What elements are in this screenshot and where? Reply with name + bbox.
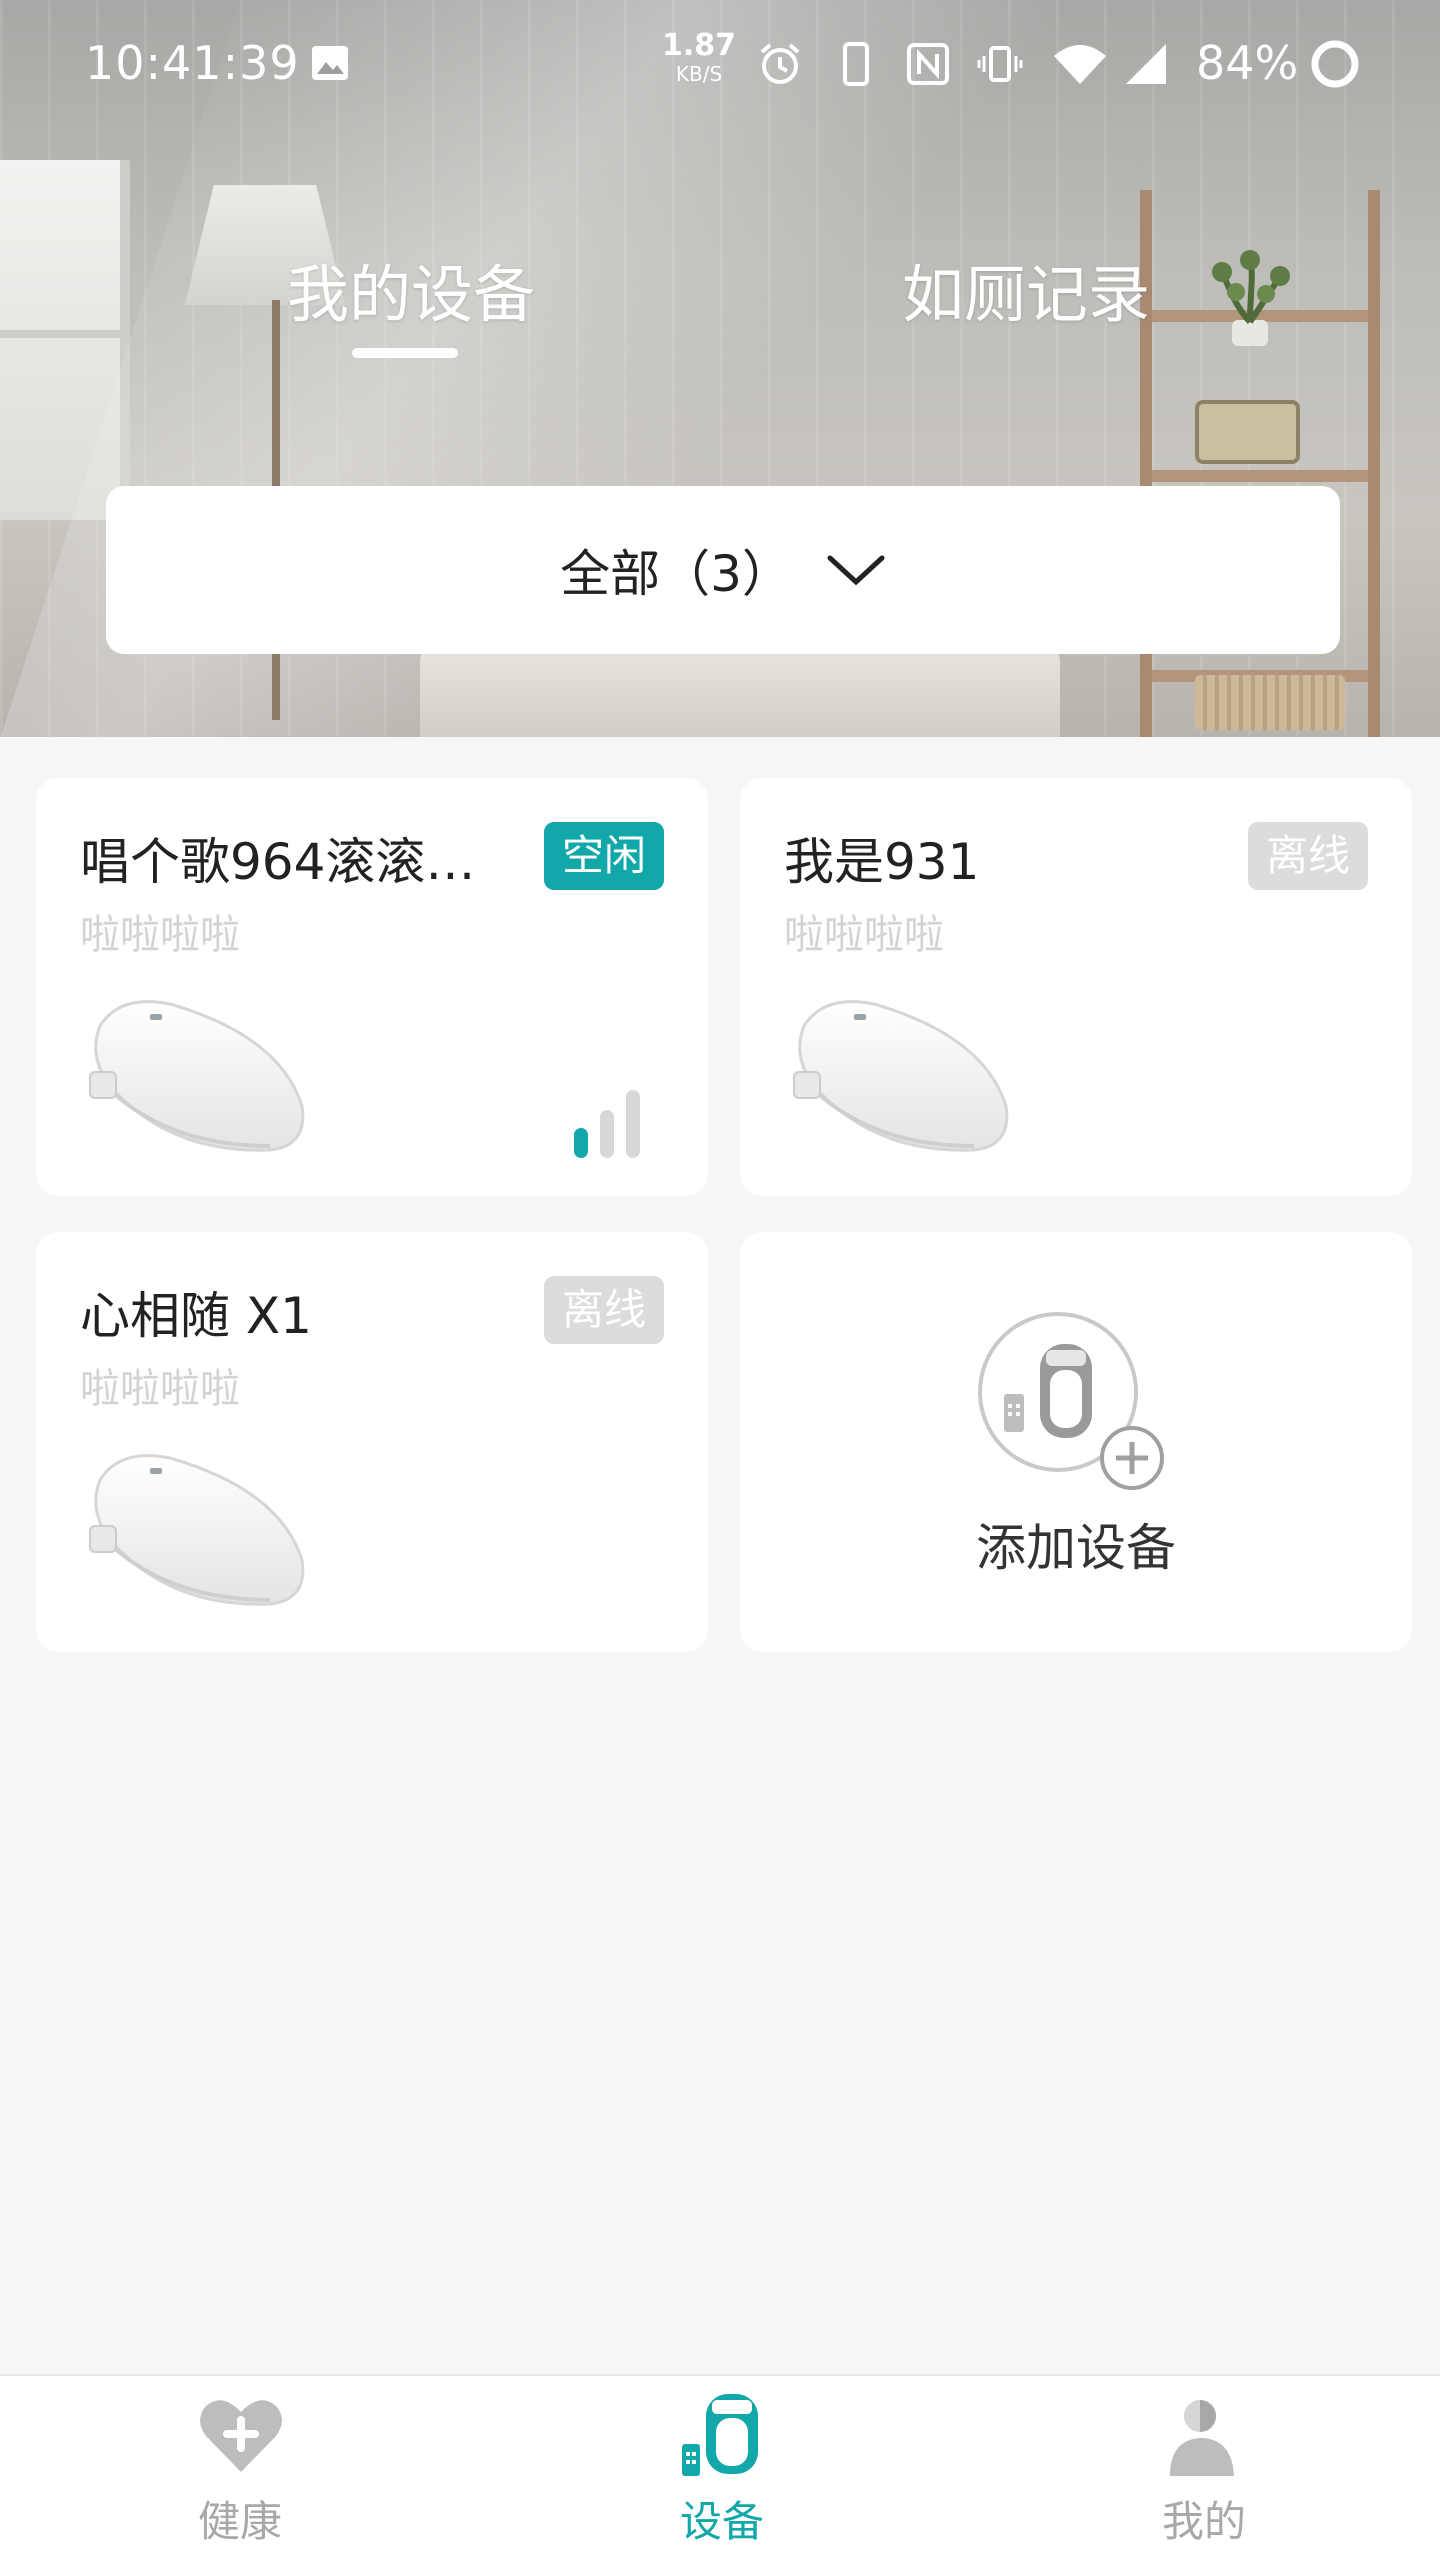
status-time: 10:41:39 [85,36,300,90]
bottom-navigation: 健康 设备 我的 [0,2374,1440,2560]
signal-bars-icon [574,1090,640,1158]
device-name: 我是931 [784,833,980,891]
profile-icon [1170,2400,1234,2476]
toilet-seat-image [89,1454,305,1606]
network-speed: 1.87 KB/S [662,28,737,87]
device-subtitle: 啦啦啦啦 [80,1366,240,1412]
filter-label: 全部（3） [560,545,792,603]
radio-decoration [1195,400,1300,464]
device-card[interactable]: 心相随 X1 离线 啦啦啦啦 [36,1232,708,1652]
device-name: 唱个歌964滚滚… [80,833,476,891]
chevron-down-icon [827,555,885,586]
cell-signal-icon [1126,44,1166,84]
nav-label-device: 设备 [679,2497,764,2546]
gallery-icon [312,46,348,80]
nfc-icon [907,43,949,85]
wifi-icon [1054,45,1106,84]
device-card[interactable]: 我是931 离线 啦啦啦啦 [740,778,1412,1196]
device-card[interactable]: 唱个歌964滚滚… 空闲 啦啦啦啦 [36,778,708,1196]
sofa-decoration [420,640,1060,737]
toilet-seat-image [793,1000,1009,1152]
nav-item-mine[interactable]: 我的 [1084,2376,1324,2560]
basket-decoration [1195,675,1345,730]
tab-toilet-records[interactable]: 如厕记录 [902,244,1150,334]
device-name: 心相随 X1 [80,1287,312,1345]
toilet-device-icon [682,2394,758,2476]
status-badge: 离线 [543,1276,664,1344]
tab-my-devices[interactable]: 我的设备 [287,244,535,334]
device-subtitle: 啦啦啦啦 [80,912,240,958]
toilet-seat-image [89,1000,305,1152]
active-tab-indicator [352,348,458,358]
device-subtitle: 啦啦啦啦 [784,912,944,958]
nav-label-mine: 我的 [1161,2497,1246,2546]
plant-decoration [1212,250,1290,346]
status-badge: 离线 [1247,822,1368,890]
add-device-label: 添加设备 [976,1519,1176,1577]
health-heart-icon [200,2400,282,2472]
battery-percent: 84% [1196,36,1299,90]
vibrate-icon [977,46,1023,82]
status-bar: 10:41:39 1.87 KB/S 84% [0,0,1440,128]
status-badge: 空闲 [543,822,664,890]
add-device-card[interactable]: 添加设备 [740,1232,1412,1652]
nav-item-health[interactable]: 健康 [120,2376,360,2560]
phone-icon [843,42,869,86]
device-filter-dropdown[interactable]: 全部（3） [106,486,1340,654]
alarm-icon [760,43,800,84]
nav-item-device[interactable]: 设备 [602,2376,842,2560]
nav-label-health: 健康 [197,2497,282,2546]
battery-ring-icon [1311,40,1359,88]
header-banner: 10:41:39 1.87 KB/S 84% 我的设备 如厕记录 全部（3） [0,0,1440,737]
add-device-icon [978,1312,1164,1490]
